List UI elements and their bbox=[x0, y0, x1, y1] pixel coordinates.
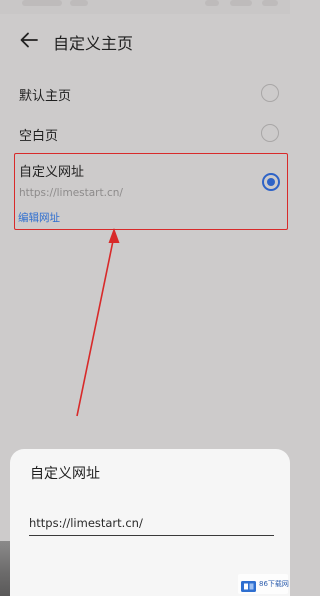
option-blank-page[interactable]: 空白页 bbox=[0, 113, 290, 153]
option-custom-url-label[interactable]: 自定义网址 bbox=[19, 161, 84, 180]
back-arrow-icon[interactable] bbox=[18, 29, 40, 51]
header: 自定义主页 bbox=[0, 22, 290, 58]
url-input[interactable] bbox=[29, 511, 274, 535]
radio-custom-url[interactable] bbox=[262, 173, 280, 191]
option-default-home[interactable]: 默认主页 bbox=[0, 73, 290, 113]
input-underline bbox=[29, 535, 274, 536]
page-title: 自定义主页 bbox=[53, 34, 134, 53]
dialog-title: 自定义网址 bbox=[30, 466, 100, 482]
watermark-logo-icon bbox=[240, 578, 257, 592]
status-bar bbox=[0, 0, 290, 14]
custom-url-value: https://limestart.cn/ bbox=[19, 187, 123, 199]
radio-default-home[interactable] bbox=[261, 84, 279, 102]
edit-url-link[interactable]: 编辑网址 bbox=[18, 210, 60, 225]
watermark: 86下载网 bbox=[238, 574, 289, 594]
option-label: 默认主页 bbox=[19, 89, 72, 104]
watermark-text: 86下载网 bbox=[259, 580, 289, 588]
option-label: 空白页 bbox=[19, 129, 59, 144]
radio-blank-page[interactable] bbox=[261, 124, 279, 142]
